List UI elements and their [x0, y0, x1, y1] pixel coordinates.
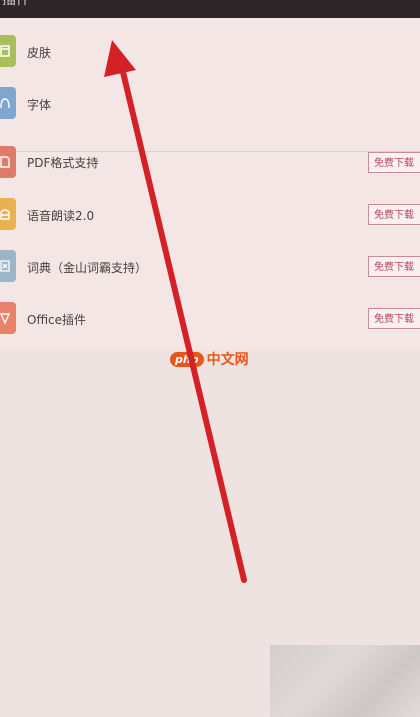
menu-item-skin[interactable]: 皮肤	[0, 26, 420, 76]
plugin-label: 词典（金山词霸支持）	[27, 261, 148, 275]
skin-icon	[0, 35, 16, 67]
watermark-php: php	[170, 351, 204, 367]
menu-item-label: 皮肤	[27, 46, 52, 60]
office-icon	[0, 302, 16, 334]
plugin-item-pdf: PDF格式支持 免费下载	[0, 136, 420, 186]
font-icon	[0, 87, 16, 119]
plugin-item-dictionary: 词典（金山词霸支持） 免费下载	[0, 240, 420, 290]
dictionary-icon	[0, 250, 16, 282]
watermark-logo: php 中文网	[170, 349, 249, 369]
download-button[interactable]: 免费下载	[368, 152, 420, 173]
watermark-text: 中文网	[206, 352, 249, 368]
menu-item-label: 字体	[27, 98, 52, 112]
page-title: 插件	[2, 0, 30, 8]
plugin-panel: 皮肤 字体 PDF格式支持 免费下载 语音朗读2.0 免费下载 词典（金山词霸支…	[0, 18, 420, 350]
download-button[interactable]: 免费下载	[368, 204, 420, 225]
plugin-label: 语音朗读2.0	[27, 209, 95, 223]
pdf-icon	[0, 146, 16, 178]
speech-icon	[0, 198, 16, 230]
download-button[interactable]: 免费下载	[368, 308, 420, 329]
blurred-region	[270, 645, 420, 717]
menu-item-font[interactable]: 字体	[0, 78, 420, 128]
plugin-label: Office插件	[27, 313, 87, 327]
plugin-item-office: Office插件 免费下载	[0, 292, 420, 342]
plugin-item-speech: 语音朗读2.0 免费下载	[0, 188, 420, 238]
download-button[interactable]: 免费下载	[368, 256, 420, 277]
plugin-label: PDF格式支持	[27, 156, 99, 170]
top-bar: 插件	[0, 0, 420, 18]
